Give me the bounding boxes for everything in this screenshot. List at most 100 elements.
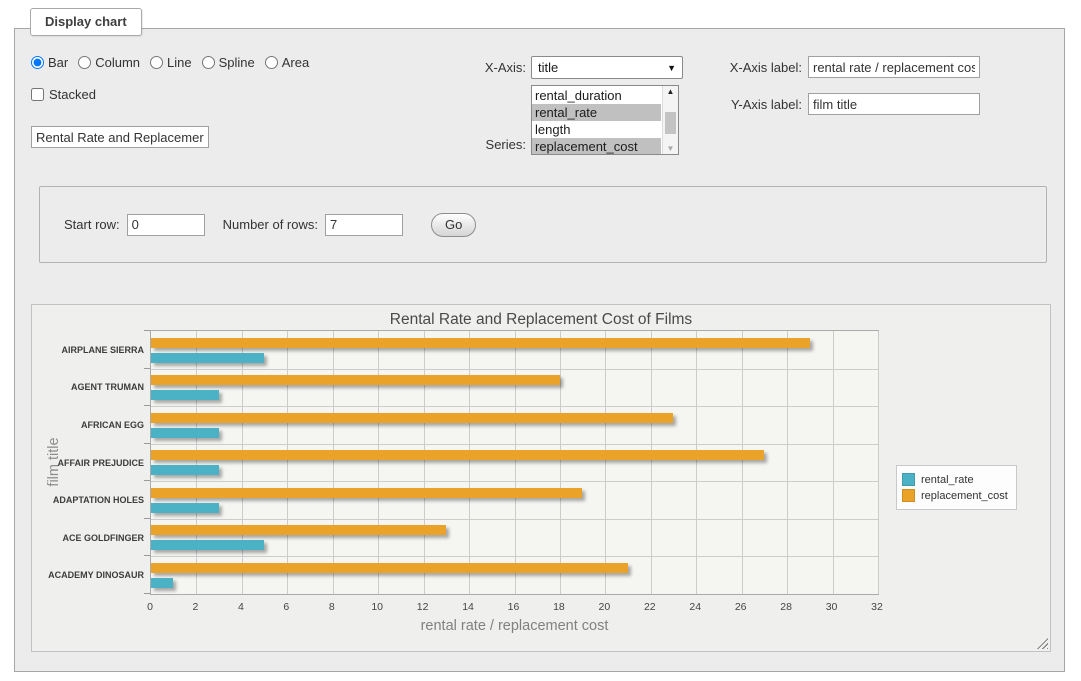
radio-label-spline: Spline [219, 55, 255, 70]
number-of-rows-input[interactable] [325, 214, 403, 236]
series-field-label: Series: [452, 137, 526, 152]
x-tick-label: 4 [223, 601, 259, 613]
y-tick-mark [144, 480, 150, 481]
y-tick-label: ADAPTATION HOLES [32, 495, 144, 505]
radio-area[interactable] [265, 56, 278, 69]
bar-rental_rate [151, 540, 264, 550]
radio-item-spline[interactable]: Spline [202, 55, 255, 70]
x-tick-label: 26 [723, 601, 759, 613]
start-row-label: Start row: [64, 217, 120, 232]
gridline-x-32 [878, 331, 879, 594]
y-tick-mark [144, 368, 150, 369]
number-of-rows-label: Number of rows: [223, 217, 318, 232]
x-tick-label: 28 [768, 601, 804, 613]
y-tick-label: ACE GOLDFINGER [32, 533, 144, 543]
bar-rental_rate [151, 503, 219, 513]
radio-line[interactable] [150, 56, 163, 69]
x-tick-label: 14 [450, 601, 486, 613]
select-caret-icon: ▼ [667, 63, 676, 73]
gridline-x-24 [696, 331, 697, 594]
x-axis-select[interactable]: title ▼ [531, 56, 683, 79]
y-tick-mark [144, 405, 150, 406]
legend-swatch-replacement_cost [902, 489, 915, 502]
series-option-replacement_cost[interactable]: replacement_cost [532, 138, 661, 155]
panel-tab-display-chart[interactable]: Display chart [30, 8, 142, 36]
chart-type-radio-group: Bar Column Line Spline Area [31, 55, 319, 70]
series-listbox[interactable]: rental_durationrental_ratelengthreplacem… [531, 85, 679, 155]
y-axis-label-row: Y-Axis label: [712, 93, 980, 115]
stacked-label: Stacked [49, 87, 96, 102]
stacked-checkbox[interactable] [31, 88, 44, 101]
gridline-y-3 [151, 444, 878, 445]
x-axis-label-input[interactable] [808, 56, 980, 78]
stacked-row: Stacked [31, 87, 96, 102]
gridline-x-18 [560, 331, 561, 594]
gridline-x-28 [787, 331, 788, 594]
y-tick-mark [144, 330, 150, 331]
radio-bar[interactable] [31, 56, 44, 69]
radio-item-area[interactable]: Area [265, 55, 309, 70]
x-axis-selected-value: title [538, 60, 558, 75]
listbox-scrollbar[interactable]: ▲ ▼ [662, 86, 678, 154]
scroll-down-icon[interactable]: ▼ [663, 144, 678, 153]
series-option-rental_duration[interactable]: rental_duration [532, 87, 661, 104]
series-option-length[interactable]: length [532, 121, 661, 138]
gridline-y-4 [151, 481, 878, 482]
legend-swatch-rental_rate [902, 473, 915, 486]
x-tick-label: 20 [586, 601, 622, 613]
bar-replacement_cost [151, 488, 582, 498]
y-tick-label: AFRICAN EGG [32, 420, 144, 430]
y-tick-label: AFFAIR PREJUDICE [32, 458, 144, 468]
radio-spline[interactable] [202, 56, 215, 69]
scroll-up-icon[interactable]: ▲ [663, 87, 678, 96]
start-row-input[interactable] [127, 214, 205, 236]
x-tick-label: 12 [405, 601, 441, 613]
y-axis-label-input[interactable] [808, 93, 980, 115]
chart-legend: rental_rate replacement_cost [896, 465, 1017, 510]
y-tick-label: ACADEMY DINOSAUR [32, 570, 144, 580]
gridline-x-16 [515, 331, 516, 594]
scrollbar-thumb[interactable] [665, 112, 676, 134]
gridline-x-12 [424, 331, 425, 594]
gridline-x-26 [742, 331, 743, 594]
x-axis-field-label: X-Axis: [452, 60, 526, 75]
x-tick-label: 6 [268, 601, 304, 613]
y-tick-mark [144, 443, 150, 444]
x-tick-label: 2 [177, 601, 213, 613]
radio-item-column[interactable]: Column [78, 55, 140, 70]
bar-rental_rate [151, 353, 264, 363]
gridline-y-5 [151, 519, 878, 520]
y-tick-label: AGENT TRUMAN [32, 382, 144, 392]
bar-replacement_cost [151, 525, 446, 535]
resize-handle-icon[interactable] [1037, 638, 1048, 649]
radio-item-line[interactable]: Line [150, 55, 192, 70]
series-option-rental_rate[interactable]: rental_rate [532, 104, 661, 121]
y-tick-mark [144, 518, 150, 519]
y-axis-label-field-label: Y-Axis label: [712, 97, 802, 112]
bar-rental_rate [151, 578, 173, 588]
legend-label-replacement_cost: replacement_cost [921, 490, 1008, 502]
chart-title-input[interactable] [31, 126, 209, 148]
radio-label-line: Line [167, 55, 192, 70]
x-axis-title: rental rate / replacement cost [150, 618, 879, 634]
radio-item-bar[interactable]: Bar [31, 55, 68, 70]
gridline-x-30 [833, 331, 834, 594]
radio-label-column: Column [95, 55, 140, 70]
gridline-x-8 [333, 331, 334, 594]
radio-column[interactable] [78, 56, 91, 69]
chart-title: Rental Rate and Replacement Cost of Film… [32, 311, 1050, 329]
x-tick-label: 24 [677, 601, 713, 613]
gridline-x-22 [651, 331, 652, 594]
display-chart-panel: Display chart BarColumnLineSplineArea St… [14, 28, 1065, 672]
bar-replacement_cost [151, 338, 810, 348]
x-tick-label: 0 [132, 601, 168, 613]
gridline-y-1 [151, 369, 878, 370]
go-button[interactable]: Go [431, 213, 476, 237]
bar-rental_rate [151, 465, 219, 475]
legend-item-rental_rate: rental_rate [902, 473, 1008, 486]
x-axis-label-field-label: X-Axis label: [712, 60, 802, 75]
x-tick-label: 8 [314, 601, 350, 613]
gridline-x-10 [378, 331, 379, 594]
bar-replacement_cost [151, 375, 560, 385]
y-tick-label: AIRPLANE SIERRA [32, 345, 144, 355]
